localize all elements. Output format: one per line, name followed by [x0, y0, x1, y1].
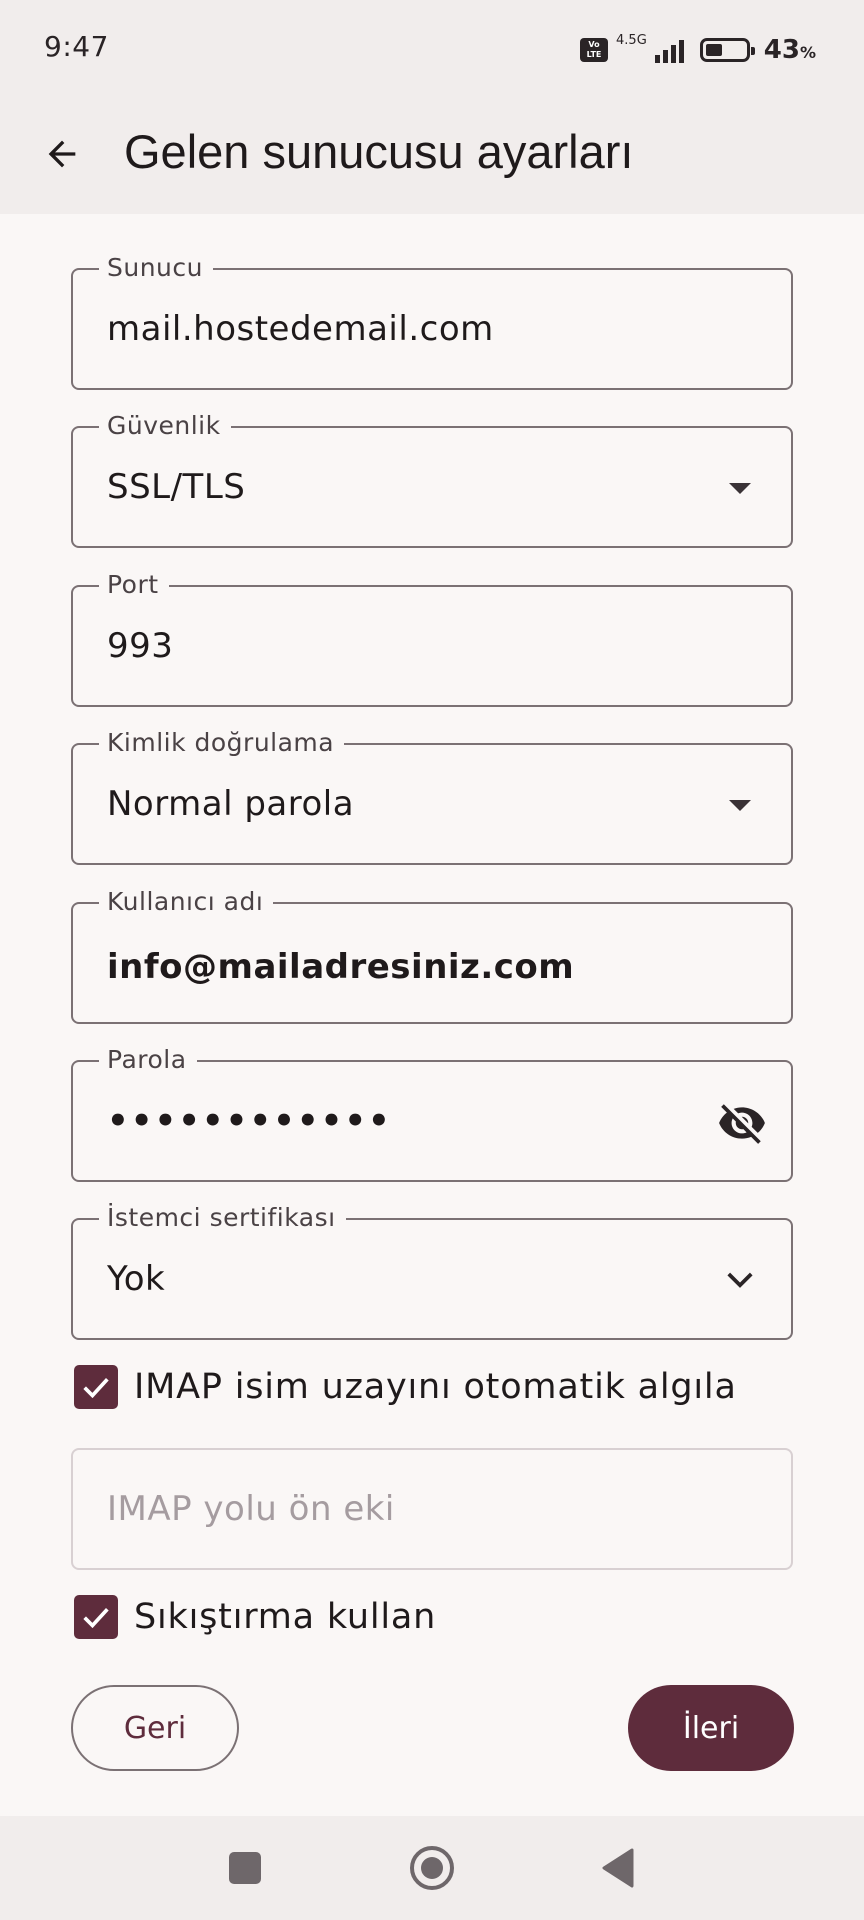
dropdown-arrow-icon[interactable]	[729, 800, 751, 811]
network-type: 4.5G	[616, 32, 647, 48]
imap-prefix-field[interactable]: IMAP yolu ön eki	[71, 1448, 793, 1570]
eye-off-icon[interactable]	[717, 1098, 767, 1148]
password-label: Parola	[99, 1046, 197, 1074]
server-value[interactable]: mail.hostedemail.com	[107, 306, 494, 352]
app-bar: Gelen sunucusu ayarları	[0, 96, 864, 214]
chevron-down-icon[interactable]	[725, 1264, 755, 1294]
client-cert-label: İstemci sertifikası	[99, 1204, 346, 1232]
status-bar: 9:47 Vo LTE 4.5G 43%	[0, 0, 864, 96]
imap-prefix-placeholder[interactable]: IMAP yolu ön eki	[107, 1486, 395, 1532]
username-value[interactable]: info@mailadresiniz.com	[107, 944, 574, 990]
recents-icon[interactable]	[229, 1852, 261, 1884]
dropdown-arrow-icon[interactable]	[729, 483, 751, 494]
battery-fill	[705, 44, 722, 56]
port-field[interactable]: Port 993	[71, 571, 793, 707]
volte-icon: Vo LTE	[580, 38, 609, 62]
imap-autodetect-checkbox-row[interactable]: IMAP isim uzayını otomatik algıla	[74, 1364, 737, 1410]
battery-icon	[699, 38, 755, 62]
nav-back-icon[interactable]	[600, 1848, 634, 1888]
status-icons: Vo LTE 4.5G 43%	[580, 30, 816, 70]
security-label: Güvenlik	[99, 412, 231, 440]
home-icon[interactable]	[410, 1846, 454, 1890]
check-icon	[83, 1607, 109, 1629]
compression-checkbox[interactable]	[74, 1595, 118, 1639]
next-button[interactable]: İleri	[628, 1685, 794, 1771]
password-value[interactable]: ••••••••••••	[107, 1098, 392, 1144]
status-time: 9:47	[44, 30, 109, 63]
system-nav-bar	[0, 1816, 864, 1920]
server-field[interactable]: Sunucu mail.hostedemail.com	[71, 254, 793, 390]
security-value: SSL/TLS	[107, 467, 246, 507]
username-field[interactable]: Kullanıcı adı info@mailadresiniz.com	[71, 888, 793, 1024]
client-cert-value: Yok	[107, 1259, 166, 1299]
auth-select[interactable]: Kimlik doğrulama Normal parola	[71, 729, 793, 865]
imap-autodetect-checkbox[interactable]	[74, 1365, 118, 1409]
back-arrow-button[interactable]	[30, 122, 94, 186]
username-label: Kullanıcı adı	[99, 888, 274, 916]
password-field[interactable]: Parola ••••••••••••	[71, 1046, 793, 1182]
port-value[interactable]: 993	[107, 623, 173, 669]
back-button[interactable]: Geri	[71, 1685, 239, 1771]
security-select[interactable]: Güvenlik SSL/TLS	[71, 412, 793, 548]
port-label: Port	[99, 571, 169, 599]
imap-autodetect-label: IMAP isim uzayını otomatik algıla	[134, 1367, 737, 1407]
server-label: Sunucu	[99, 254, 213, 282]
compression-checkbox-row[interactable]: Sıkıştırma kullan	[74, 1594, 436, 1640]
client-cert-select[interactable]: İstemci sertifikası Yok	[71, 1204, 793, 1340]
auth-value: Normal parola	[107, 784, 355, 824]
signal-icon	[654, 37, 684, 63]
page-title: Gelen sunucusu ayarları	[124, 125, 634, 178]
arrow-back-icon	[48, 140, 76, 168]
battery-percent: 43%	[763, 35, 816, 65]
auth-label: Kimlik doğrulama	[99, 729, 345, 757]
check-icon	[83, 1377, 109, 1399]
compression-label: Sıkıştırma kullan	[134, 1597, 437, 1637]
